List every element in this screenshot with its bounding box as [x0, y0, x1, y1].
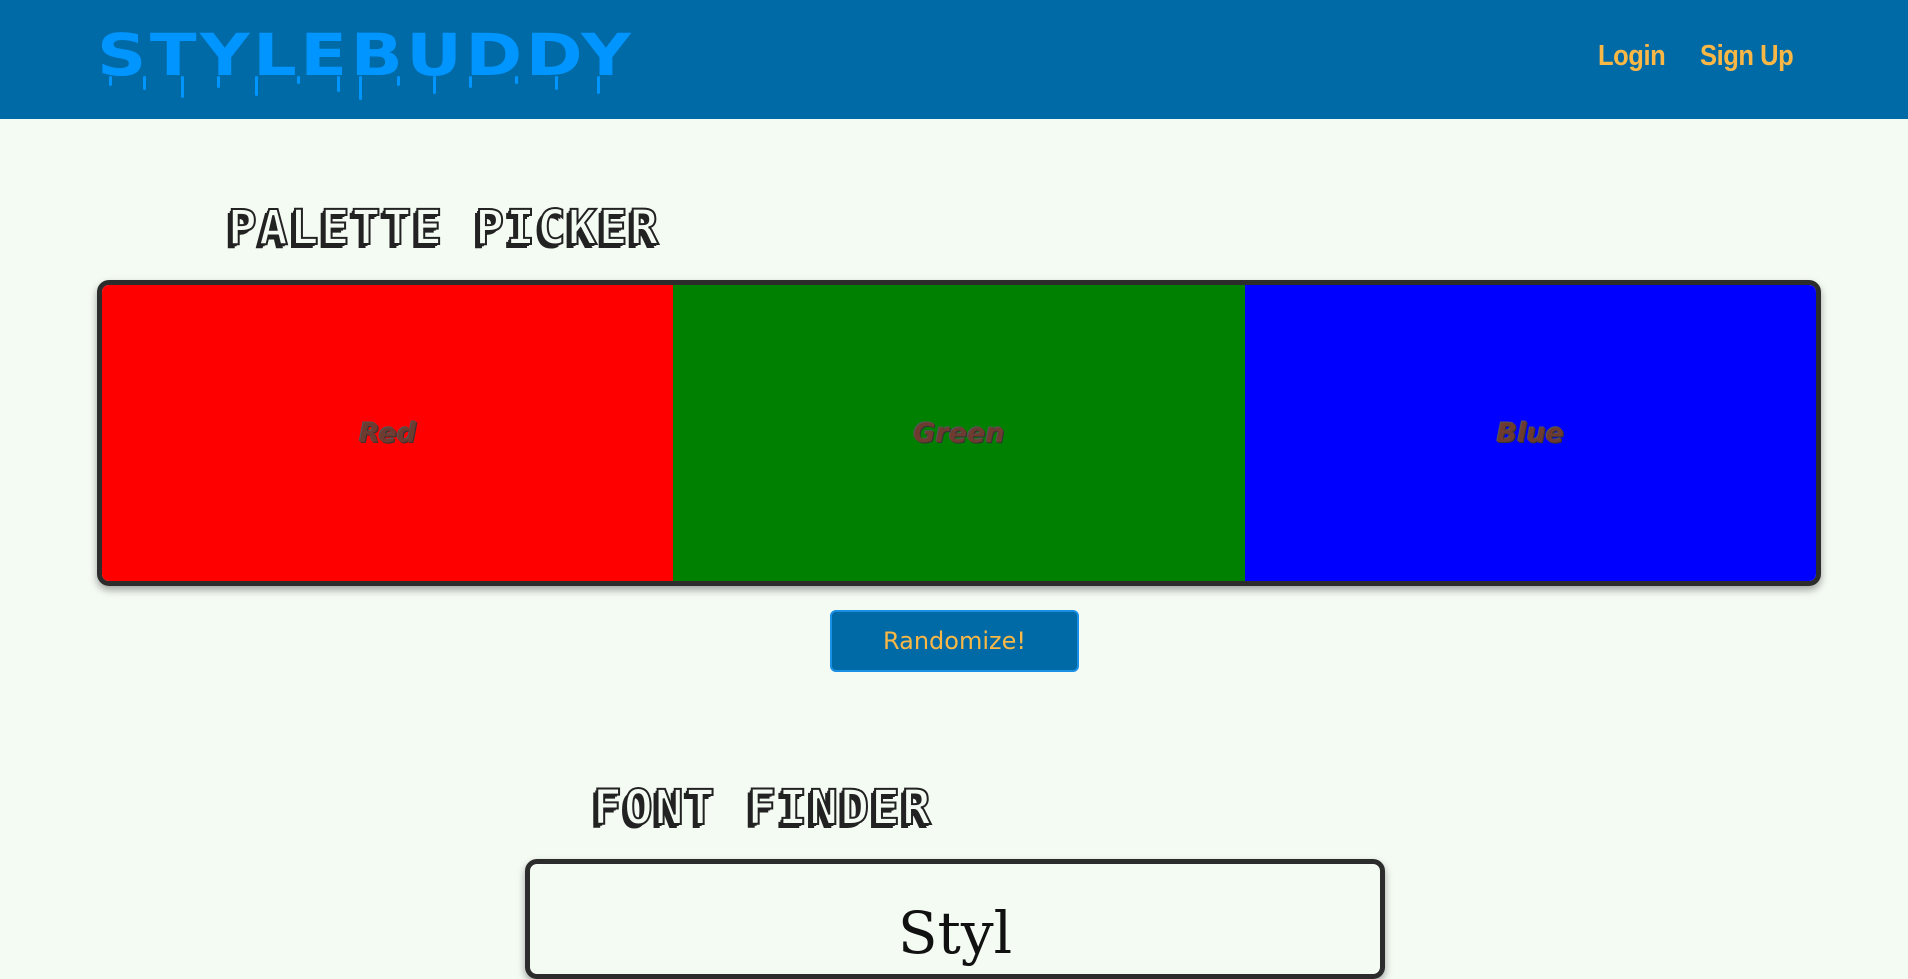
randomize-button[interactable]: Randomize! [830, 610, 1079, 672]
login-link[interactable]: Login [1598, 40, 1666, 73]
swatch-label: Blue [1496, 417, 1564, 449]
swatch-green[interactable]: Green [673, 285, 1245, 581]
swatch-red[interactable]: Red [102, 285, 674, 581]
font-finder-title: FONT FINDER [592, 780, 933, 836]
palette-picker-title: PALETTE PICKER [227, 200, 661, 256]
logo-drips [109, 76, 600, 100]
swatch-label: Red [359, 417, 417, 449]
swatch-label: Green [913, 417, 1005, 449]
font-sample-text: Styl [897, 899, 1013, 967]
signup-link[interactable]: Sign Up [1700, 40, 1794, 73]
palette-swatches: Red Green Blue [97, 280, 1821, 586]
swatch-blue[interactable]: Blue [1244, 285, 1816, 581]
site-header: STYLEBUDDY Login Sign Up [0, 0, 1908, 119]
font-sample-card: Styl [525, 859, 1385, 979]
